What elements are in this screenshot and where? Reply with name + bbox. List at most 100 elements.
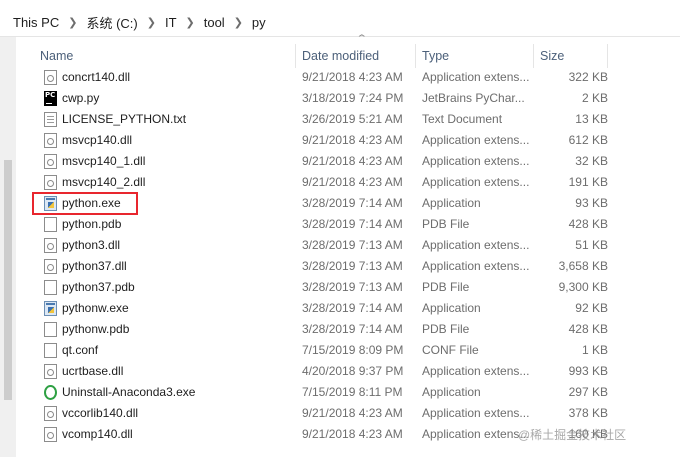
file-size: 92 KB [575,301,608,315]
file-type: Application [422,385,481,399]
file-type: Application extens... [422,154,530,168]
file-size: 2 KB [581,91,608,105]
file-date: 7/15/2019 8:09 PM [302,343,404,357]
breadcrumb-py[interactable]: py [249,15,269,30]
file-row[interactable]: python.pdb 3/28/2019 7:14 AM PDB File 42… [0,214,686,235]
file-name: qt.conf [62,343,99,357]
file-name: python37.pdb [62,280,135,294]
file-size: 3,658 KB [558,259,608,273]
chevron-right-icon[interactable]: ❯ [68,16,77,29]
file-type: PDB File [422,280,470,294]
file-row[interactable]: ucrtbase.dll 4/20/2018 9:37 PM Applicati… [0,361,686,382]
dll-file-icon [44,175,57,190]
breadcrumb-tool[interactable]: tool [201,15,228,30]
file-type: Application extens... [422,364,530,378]
file-name: Uninstall-Anaconda3.exe [62,385,196,399]
file-name: cwp.py [62,91,100,105]
dll-file-icon [44,70,57,85]
dll-file-icon [44,238,57,253]
file-type: PDB File [422,322,470,336]
file-row[interactable]: cwp.py 3/18/2019 7:24 PM JetBrains PyCha… [0,88,686,109]
file-date: 3/28/2019 7:14 AM [302,322,403,336]
file-size: 32 KB [575,154,608,168]
breadcrumb-c-drive[interactable]: 系统 (C:) [83,13,140,32]
highlight-box [32,192,138,215]
breadcrumb-this-pc[interactable]: This PC [10,15,62,30]
file-row[interactable]: msvcp140_2.dll 9/21/2018 4:23 AM Applica… [0,172,686,193]
file-date: 9/21/2018 4:23 AM [302,154,403,168]
chevron-right-icon[interactable]: ❯ [186,16,195,29]
file-type: JetBrains PyChar... [422,91,525,105]
file-row[interactable]: LICENSE_PYTHON.txt 3/26/2019 5:21 AM Tex… [0,109,686,130]
breadcrumb-it[interactable]: IT [162,15,180,30]
file-size: 612 KB [568,133,608,147]
column-header-name[interactable]: Name [34,44,296,68]
file-row[interactable]: python3.dll 3/28/2019 7:13 AM Applicatio… [0,235,686,256]
file-size: 297 KB [568,385,608,399]
file-size: 13 KB [575,112,608,126]
file-date: 9/21/2018 4:23 AM [302,427,403,441]
file-name: pythonw.exe [62,301,129,315]
dll-file-icon [44,364,57,379]
file-row[interactable]: vccorlib140.dll 9/21/2018 4:23 AM Applic… [0,403,686,424]
file-row[interactable]: msvcp140.dll 9/21/2018 4:23 AM Applicati… [0,130,686,151]
file-date: 3/26/2019 5:21 AM [302,112,403,126]
file-name: python3.dll [62,238,121,252]
file-size: 993 KB [568,364,608,378]
blank-file-icon [44,217,57,232]
file-name: python37.dll [62,259,127,273]
file-type: Application [422,301,481,315]
file-name: concrt140.dll [62,70,131,84]
file-size: 93 KB [575,196,608,210]
dll-file-icon [44,154,57,169]
file-date: 7/15/2019 8:11 PM [302,385,403,399]
file-row[interactable]: msvcp140_1.dll 9/21/2018 4:23 AM Applica… [0,151,686,172]
file-date: 3/28/2019 7:14 AM [302,301,403,315]
file-row[interactable]: pythonw.pdb 3/28/2019 7:14 AM PDB File 4… [0,319,686,340]
chevron-right-icon[interactable]: ❯ [234,16,243,29]
column-header-type[interactable]: Type [416,44,534,68]
dll-file-icon [44,406,57,421]
file-type: Application extens... [422,238,530,252]
file-list: concrt140.dll 9/21/2018 4:23 AM Applicat… [0,67,686,445]
chevron-right-icon[interactable]: ❯ [147,16,156,29]
file-date: 4/20/2018 9:37 PM [302,364,404,378]
column-header-size[interactable]: Size [534,44,608,68]
file-date: 9/21/2018 4:23 AM [302,133,403,147]
file-type: PDB File [422,217,470,231]
file-type: Application extens... [422,406,530,420]
file-row[interactable]: concrt140.dll 9/21/2018 4:23 AM Applicat… [0,67,686,88]
file-type: Application extens... [422,259,530,273]
file-date: 9/21/2018 4:23 AM [302,406,403,420]
file-type: CONF File [422,343,479,357]
file-date: 3/28/2019 7:13 AM [302,259,403,273]
file-size: 1 KB [581,343,608,357]
pycharm-file-icon [44,91,57,106]
dll-file-icon [44,427,57,442]
file-size: 191 KB [568,175,608,189]
file-type: Application extens... [422,427,530,441]
file-size: 51 KB [575,238,608,252]
file-row[interactable]: qt.conf 7/15/2019 8:09 PM CONF File 1 KB [0,340,686,361]
file-name: msvcp140_2.dll [62,175,146,189]
column-header-date-modified[interactable]: Date modified [296,44,416,68]
blank-file-icon [44,280,57,295]
file-row[interactable]: python37.dll 3/28/2019 7:13 AM Applicati… [0,256,686,277]
file-date: 3/28/2019 7:13 AM [302,238,403,252]
file-name: vcomp140.dll [62,427,133,441]
anaconda-uninstall-icon [44,385,57,400]
file-type: Application extens... [422,133,530,147]
file-row[interactable]: pythonw.exe 3/28/2019 7:14 AM Applicatio… [0,298,686,319]
file-name: LICENSE_PYTHON.txt [62,112,187,126]
file-size: 428 KB [568,217,608,231]
file-row[interactable]: python37.pdb 3/28/2019 7:13 AM PDB File … [0,277,686,298]
file-size: 378 KB [568,406,608,420]
file-date: 9/21/2018 4:23 AM [302,70,403,84]
file-row[interactable]: Uninstall-Anaconda3.exe 7/15/2019 8:11 P… [0,382,686,403]
dll-file-icon [44,133,57,148]
file-type: Application extens... [422,175,530,189]
file-name: ucrtbase.dll [62,364,124,378]
file-date: 3/28/2019 7:14 AM [302,217,403,231]
file-name: python.pdb [62,217,122,231]
file-date: 3/18/2019 7:24 PM [302,91,404,105]
